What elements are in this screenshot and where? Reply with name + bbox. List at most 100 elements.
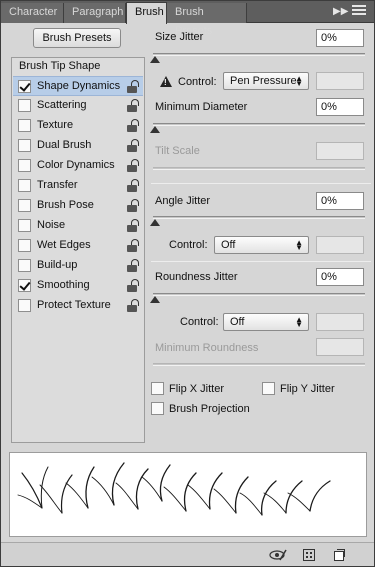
angle-control-select[interactable]: Off ▲ ▼ xyxy=(214,236,309,254)
size-jitter-slider-thumb[interactable] xyxy=(150,56,160,63)
chevron-updown-icon: ▲ ▼ xyxy=(295,315,303,329)
option-dual-brush[interactable]: Dual Brush xyxy=(13,136,143,156)
option-texture[interactable]: Texture xyxy=(13,116,143,136)
lock-icon[interactable] xyxy=(127,279,139,292)
brush-presets-button[interactable]: Brush Presets xyxy=(33,28,121,48)
option-wet-edges[interactable]: Wet Edges xyxy=(13,236,143,256)
tab-character[interactable]: Character xyxy=(1,3,64,23)
angle-jitter-slider-thumb[interactable] xyxy=(150,219,160,226)
smoothing-checkbox[interactable] xyxy=(18,279,31,292)
option-protect-texture[interactable]: Protect Texture xyxy=(13,296,143,316)
roundness-control-extra-input xyxy=(316,313,364,331)
lock-icon[interactable] xyxy=(127,139,139,152)
lock-icon[interactable] xyxy=(127,219,139,232)
option-brush-pose[interactable]: Brush Pose xyxy=(13,196,143,216)
option-label: Smoothing xyxy=(37,279,90,291)
eye-brush-icon[interactable] xyxy=(269,549,287,564)
wet-edges-checkbox[interactable] xyxy=(18,239,31,252)
option-label: Shape Dynamics xyxy=(37,80,121,92)
color-dynamics-checkbox[interactable] xyxy=(18,159,31,172)
brush-pose-checkbox[interactable] xyxy=(18,199,31,212)
roundness-control-select[interactable]: Off ▲ ▼ xyxy=(223,313,309,331)
brush-projection-checkbox[interactable] xyxy=(151,402,164,415)
option-label: Scattering xyxy=(37,99,87,111)
dual-brush-checkbox[interactable] xyxy=(18,139,31,152)
build-up-checkbox[interactable] xyxy=(18,259,31,272)
brush-tip-shape-item[interactable]: Brush Tip Shape xyxy=(19,60,119,72)
angle-control-extra-input xyxy=(316,236,364,254)
option-smoothing[interactable]: Smoothing xyxy=(13,276,143,296)
scattering-checkbox[interactable] xyxy=(18,99,31,112)
minimum-diameter-slider-thumb[interactable] xyxy=(150,126,160,133)
panel-menu-icon[interactable] xyxy=(352,5,366,17)
lock-icon[interactable] xyxy=(127,299,139,312)
tab-brush[interactable]: Brush xyxy=(126,2,167,24)
shape-dynamics-checkbox[interactable] xyxy=(18,80,31,93)
roundness-jitter-label: Roundness Jitter xyxy=(155,271,238,283)
lock-icon[interactable] xyxy=(127,99,139,112)
roundness-control-value: Off xyxy=(230,316,245,328)
option-scattering[interactable]: Scattering xyxy=(13,96,143,116)
brush-stroke-preview-image xyxy=(17,462,331,516)
chevron-updown-icon: ▲ ▼ xyxy=(295,238,303,252)
transfer-checkbox[interactable] xyxy=(18,179,31,192)
brush-projection-label[interactable]: Brush Projection xyxy=(169,403,250,415)
flip-y-jitter-label[interactable]: Flip Y Jitter xyxy=(280,383,335,395)
tab-bar: Character Paragraph Brush Brush Presets … xyxy=(1,1,374,37)
brush-stroke-preview xyxy=(9,452,367,537)
angle-jitter-label: Angle Jitter xyxy=(155,195,211,207)
lock-icon[interactable] xyxy=(127,239,139,252)
grid-icon[interactable] xyxy=(303,549,315,564)
size-jitter-input[interactable]: 0% xyxy=(316,29,364,47)
option-transfer[interactable]: Transfer xyxy=(13,176,143,196)
roundness-jitter-input[interactable]: 0% xyxy=(316,268,364,286)
lock-icon[interactable] xyxy=(127,199,139,212)
option-build-up[interactable]: Build-up xyxy=(13,256,143,276)
divider xyxy=(151,261,371,262)
option-label: Protect Texture xyxy=(37,299,111,311)
size-control-value: Pen Pressure xyxy=(230,75,297,87)
lock-icon[interactable] xyxy=(127,159,139,172)
angle-jitter-input[interactable]: 0% xyxy=(316,192,364,210)
option-label: Dual Brush xyxy=(37,139,92,151)
angle-jitter-slider[interactable] xyxy=(153,216,365,219)
roundness-jitter-slider-thumb[interactable] xyxy=(150,296,160,303)
minimum-diameter-input[interactable]: 0% xyxy=(316,98,364,116)
divider xyxy=(151,183,371,184)
minimum-roundness-slider xyxy=(153,363,365,366)
minimum-diameter-slider[interactable] xyxy=(153,123,365,126)
lock-icon[interactable] xyxy=(127,259,139,272)
lock-icon[interactable] xyxy=(127,80,139,93)
size-jitter-slider[interactable] xyxy=(153,53,365,56)
size-jitter-label: Size Jitter xyxy=(155,31,204,43)
minimum-roundness-input xyxy=(316,338,364,356)
option-noise[interactable]: Noise xyxy=(13,216,143,236)
warning-icon xyxy=(160,76,172,87)
lock-icon[interactable] xyxy=(127,179,139,192)
size-control-extra-input xyxy=(316,72,364,90)
texture-checkbox[interactable] xyxy=(18,119,31,132)
size-control-select[interactable]: Pen Pressure ▲ ▼ xyxy=(223,72,309,90)
roundness-jitter-slider[interactable] xyxy=(153,293,365,296)
option-label: Texture xyxy=(37,119,74,131)
protect-texture-checkbox[interactable] xyxy=(18,299,31,312)
flip-x-jitter-checkbox[interactable] xyxy=(151,382,164,395)
lock-icon[interactable] xyxy=(127,119,139,132)
double-chevron-right-icon[interactable]: ▶▶ xyxy=(333,6,348,17)
new-preset-icon[interactable] xyxy=(333,549,345,564)
option-color-dynamics[interactable]: Color Dynamics xyxy=(13,156,143,176)
angle-control-value: Off xyxy=(221,239,236,251)
option-label: Brush Pose xyxy=(37,199,94,211)
noise-checkbox[interactable] xyxy=(18,219,31,232)
option-label: Wet Edges xyxy=(37,239,91,251)
tilt-scale-slider xyxy=(153,167,365,170)
flip-x-jitter-label[interactable]: Flip X Jitter xyxy=(169,383,224,395)
minimum-diameter-label: Minimum Diameter xyxy=(155,101,248,113)
tab-paragraph[interactable]: Paragraph xyxy=(64,3,126,23)
angle-control-label: Control: xyxy=(169,239,208,251)
tab-brush-presets[interactable]: Brush Presets xyxy=(167,3,247,37)
option-label: Color Dynamics xyxy=(37,159,115,171)
option-shape-dynamics[interactable]: Shape Dynamics xyxy=(13,76,143,96)
option-label: Build-up xyxy=(37,259,78,271)
flip-y-jitter-checkbox[interactable] xyxy=(262,382,275,395)
